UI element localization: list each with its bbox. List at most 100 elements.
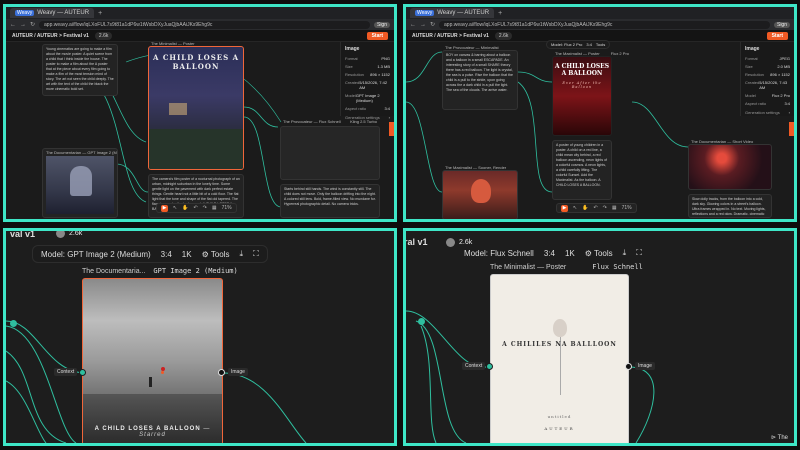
child-silhouette xyxy=(149,377,152,387)
tools-menu[interactable]: ⚙ Tools xyxy=(202,250,230,259)
tab-label: Weavy — AUTEUR xyxy=(37,10,90,16)
corner-label: ⊳ The xyxy=(771,435,788,441)
canvas-toolbar: ▶ ↖ ✋ ↶ ↷ ▦ 71% xyxy=(556,203,637,213)
browser-tab[interactable]: Weavy Weavy — AUTEUR xyxy=(10,8,95,18)
select-icon[interactable]: ↖ xyxy=(173,205,177,211)
lawn xyxy=(149,129,243,169)
empty-output-node[interactable] xyxy=(280,126,380,180)
video-thumbnail[interactable] xyxy=(688,144,772,190)
node-header: The Documentaria... GPT Image 2 (Medium) xyxy=(82,267,238,275)
generation-settings-link[interactable]: Generation settings › xyxy=(345,115,390,120)
flow-canvas[interactable]: Model: Flux 2 Pro 3:4 Tools The Provocat… xyxy=(406,40,794,219)
prop-row-model: Model GPT Image 2 (Medium) xyxy=(345,93,380,103)
scene-body: Slow dolly tracks, from the balloon into… xyxy=(692,197,766,215)
zoom-pill[interactable]: 2.6k xyxy=(94,31,113,40)
grid-icon[interactable]: ▦ xyxy=(212,205,217,211)
run-icon[interactable]: ▶ xyxy=(561,204,568,212)
start-button[interactable]: Start xyxy=(366,31,388,40)
reload-icon[interactable]: ↻ xyxy=(430,21,435,28)
house-window xyxy=(169,103,187,115)
reload-icon[interactable]: ↻ xyxy=(30,21,35,28)
model-select[interactable]: Model: Flux Schnell xyxy=(464,249,534,258)
account-button[interactable]: Sign xyxy=(373,21,390,28)
grid-icon[interactable]: ▦ xyxy=(612,205,617,211)
context-input-port[interactable] xyxy=(486,363,493,370)
image-output-port[interactable] xyxy=(218,369,225,376)
hand-icon[interactable]: ✋ xyxy=(582,205,588,211)
prop-row-format: Format PNG xyxy=(345,56,390,61)
download-icon[interactable]: ⤓ xyxy=(240,249,244,259)
result-text-node[interactable]: Starts behind still hands. The wind is c… xyxy=(280,184,380,218)
poster-footer: AUTEUR xyxy=(544,426,575,431)
fullscreen-icon[interactable]: ⛶ xyxy=(636,248,642,258)
url-field[interactable]: app.weavy.ai/flow/iqLXoFUL7s9t81a1dP6w1t… xyxy=(439,20,770,29)
tools-menu[interactable]: Tools xyxy=(596,42,605,47)
node-header: The Minimalist — Poster Flux Schnell xyxy=(490,263,643,271)
select-icon[interactable]: ↖ xyxy=(573,205,577,211)
breadcrumb[interactable]: AUTEUR / AUTEUR > Festival v1 xyxy=(412,33,489,39)
model-select[interactable]: Model: Flux 2 Pro xyxy=(551,42,582,47)
browser-tab[interactable]: Weavy Weavy — AUTEUR xyxy=(410,8,495,18)
cursor-dot xyxy=(161,371,164,374)
image-output-port[interactable] xyxy=(625,363,632,370)
poster-image[interactable]: A CHILD LOSES A BALLOON xyxy=(148,46,244,170)
redo-icon[interactable]: ↷ xyxy=(603,205,607,211)
left-rail-port[interactable] xyxy=(418,318,425,325)
forward-icon[interactable]: → xyxy=(420,22,426,28)
back-icon[interactable]: ← xyxy=(10,22,16,28)
poster-subtitle: Ever After the Balloon xyxy=(562,81,602,89)
poster-caption: A poster of young children in a poster. … xyxy=(556,143,607,187)
aspect-select[interactable]: 3:4 xyxy=(586,42,592,47)
generation-settings-link[interactable]: Generation settings › xyxy=(745,110,790,115)
left-rail-port[interactable] xyxy=(10,320,17,327)
context-port-label: Context xyxy=(54,368,78,376)
model-toolbar: Model: GPT Image 2 (Medium) 3:4 1K ⚙ Too… xyxy=(32,245,268,263)
documentarian-node[interactable]: The Documentarian — GPT Image 2 (Medium) xyxy=(42,148,118,218)
scene-image[interactable] xyxy=(442,170,518,219)
download-icon[interactable]: ⤓ xyxy=(623,248,627,258)
poster-image[interactable]: A CHILILES NA BALLLOON untitled AUTEUR xyxy=(490,274,629,443)
panel-collapse-tab[interactable] xyxy=(389,122,394,136)
breadcrumb[interactable]: AUTEUR / AUTEUR > Festival v1 xyxy=(12,33,89,39)
flow-canvas[interactable]: Young cinematics are going to make a fil… xyxy=(6,41,394,219)
context-input-port[interactable] xyxy=(79,369,86,376)
poster-image[interactable]: A CHILD LOSES A BALLOON Ever After the B… xyxy=(552,56,612,136)
panel-collapse-tab[interactable] xyxy=(789,122,794,136)
zoom-level[interactable]: 71% xyxy=(622,205,632,211)
fullscreen-icon[interactable]: ⛶ xyxy=(253,249,259,259)
quality-select[interactable]: 1K xyxy=(182,250,192,259)
undo-icon[interactable]: ↶ xyxy=(193,205,197,211)
redo-icon[interactable]: ↷ xyxy=(203,205,207,211)
poster-title: A CHILD LOSES A BALLOON — Starred xyxy=(94,426,211,438)
generated-image[interactable] xyxy=(46,156,114,214)
hand-icon[interactable]: ✋ xyxy=(182,205,188,211)
undo-icon[interactable]: ↶ xyxy=(593,205,597,211)
new-tab-icon[interactable]: + xyxy=(98,10,102,17)
start-button[interactable]: Start xyxy=(766,31,788,40)
poster-image[interactable]: A CHILD LOSES A BALLOON — Starred xyxy=(82,278,223,443)
model-select[interactable]: Model: GPT Image 2 (Medium) xyxy=(41,250,151,259)
aspect-select[interactable]: 3:4 xyxy=(544,249,555,258)
quadrant-top-right: Weavy Weavy — AUTEUR + ← → ↻ app.weavy.a… xyxy=(403,4,797,222)
aspect-select[interactable]: 3:4 xyxy=(161,250,172,259)
image-port-label: Image xyxy=(228,368,248,376)
hooded-child-figure xyxy=(70,166,92,196)
poster-caption-node[interactable]: A poster of young children in a poster. … xyxy=(552,140,612,200)
zoom-level[interactable]: 71% xyxy=(222,205,232,211)
new-tab-icon[interactable]: + xyxy=(498,10,502,17)
poster-title: A CHILD LOSES A BALLOON xyxy=(152,53,240,71)
zoom-pill[interactable]: 2.6k xyxy=(494,31,513,40)
account-button[interactable]: Sign xyxy=(773,21,790,28)
forward-icon[interactable]: → xyxy=(20,22,26,28)
quality-select[interactable]: 1K xyxy=(565,249,575,258)
scene-text-node[interactable]: Slow dolly tracks, from the balloon into… xyxy=(688,194,772,218)
tools-menu[interactable]: ⚙ Tools xyxy=(585,249,613,258)
url-field[interactable]: app.weavy.ai/flow/iqLXoFUL7s9t81a1dP6w1t… xyxy=(39,20,370,29)
text-node[interactable]: Young cinematics are going to make a fil… xyxy=(42,44,118,96)
back-icon[interactable]: ← xyxy=(410,22,416,28)
node-title: The Minimalist — Poster xyxy=(490,263,567,271)
text-node[interactable]: BOY on canvas & barring about a balloon … xyxy=(442,50,518,110)
poster-title: A CHILILES NA BALLLOON xyxy=(502,341,617,348)
run-icon[interactable]: ▶ xyxy=(161,204,168,212)
prop-row-size: Size 1.3 MB xyxy=(345,64,390,69)
